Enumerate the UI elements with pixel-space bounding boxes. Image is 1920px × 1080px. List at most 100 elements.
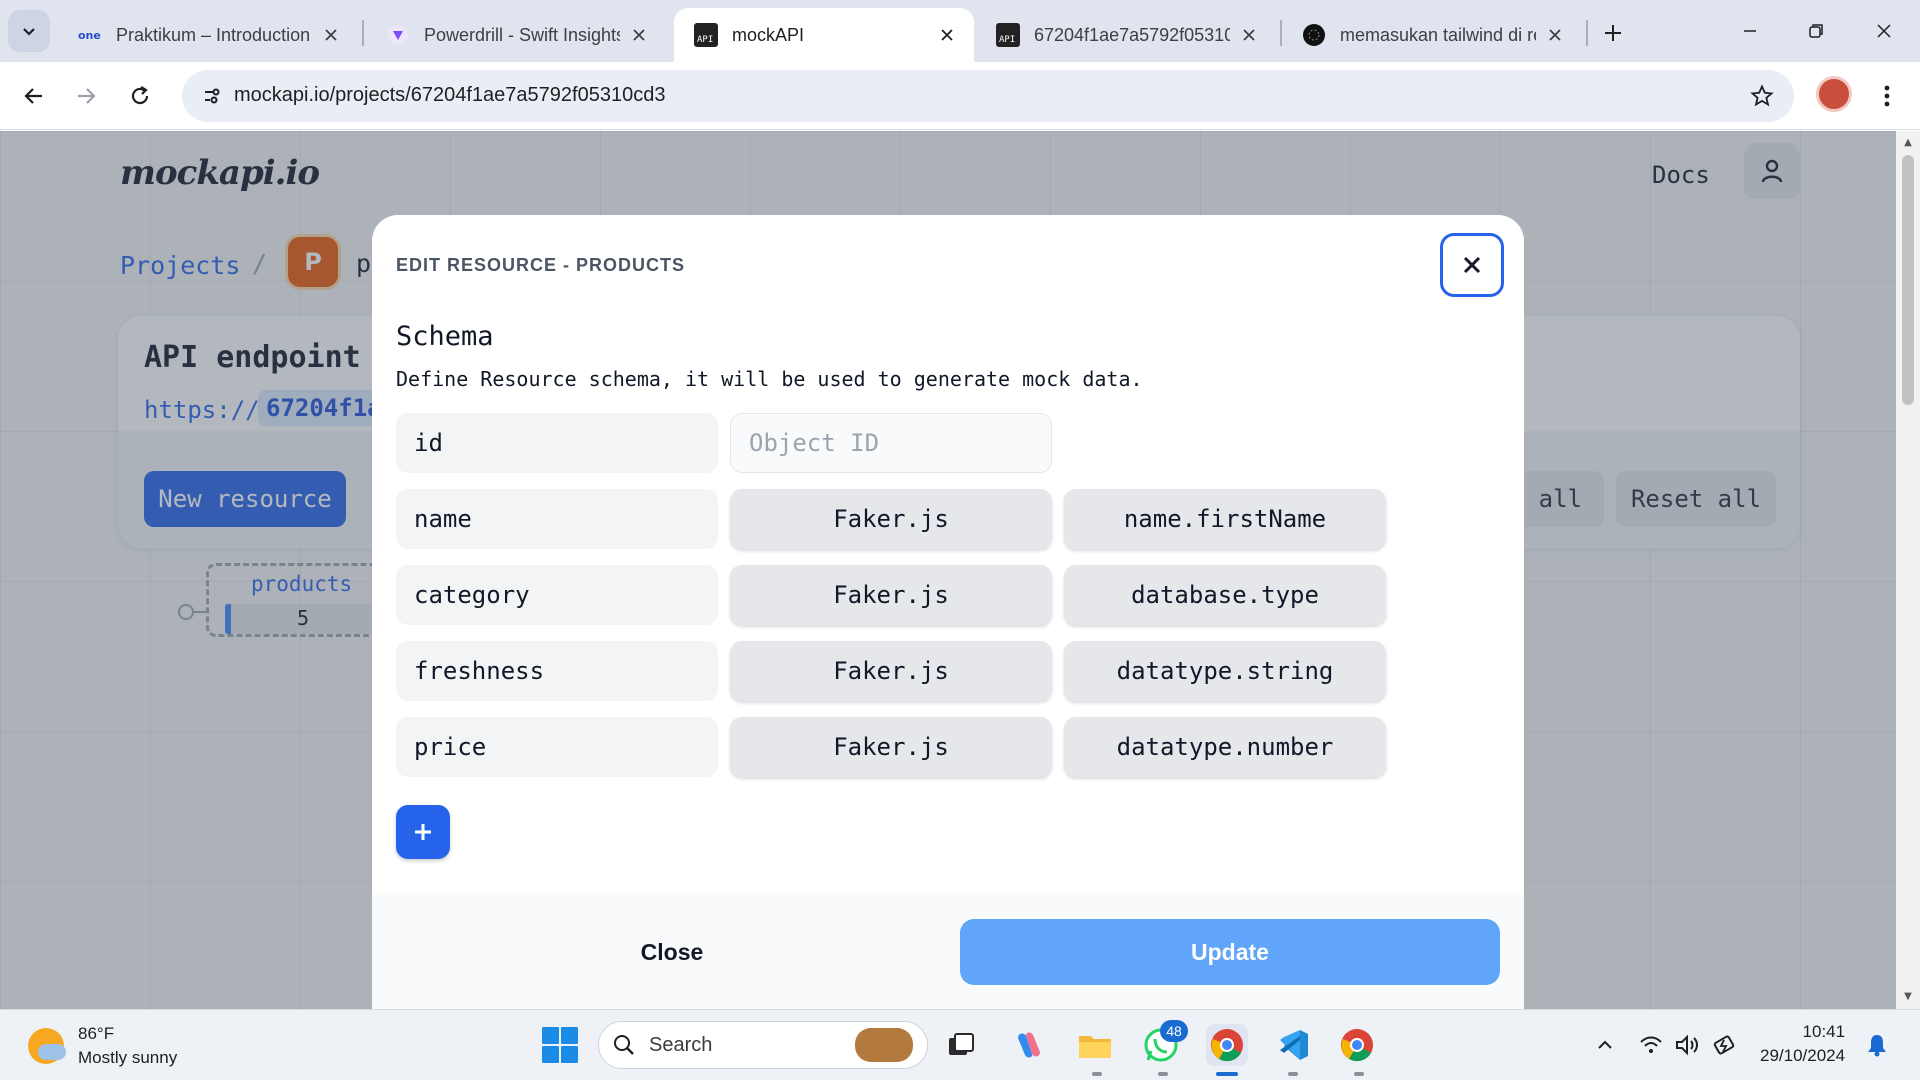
id-type-input[interactable]: Object ID xyxy=(730,413,1052,473)
page-scrollbar[interactable]: ▲ ▼ xyxy=(1896,131,1920,1009)
modal-footer: Close Update xyxy=(372,895,1524,1009)
field-method-select[interactable]: database.type xyxy=(1064,565,1386,625)
field-method-select[interactable]: datatype.string xyxy=(1064,641,1386,701)
scroll-up-icon[interactable]: ▲ xyxy=(1902,137,1914,149)
tab-title: mockAPI xyxy=(732,24,805,45)
search-icon xyxy=(614,1035,634,1055)
tab-project-id[interactable]: API 67204f1ae7a5792f05310cd3 xyxy=(976,8,1276,62)
tab-tailwind[interactable]: memasukan tailwind di react xyxy=(1282,8,1582,62)
field-name-input[interactable]: price xyxy=(396,717,718,777)
url-text: mockapi.io/projects/67204f1ae7a5792f0531… xyxy=(234,84,666,106)
field-method-select[interactable]: name.firstName xyxy=(1064,489,1386,549)
back-button[interactable] xyxy=(14,76,54,116)
field-type-select[interactable]: Faker.js xyxy=(730,717,1052,777)
profile-avatar[interactable] xyxy=(1816,76,1852,112)
running-indicator xyxy=(1288,1072,1298,1076)
battery-icon[interactable] xyxy=(1710,1030,1740,1060)
tab-search-button[interactable] xyxy=(8,10,50,52)
weather-temp: 86°F xyxy=(78,1024,115,1043)
running-indicator xyxy=(1158,1072,1168,1076)
add-field-button[interactable] xyxy=(396,805,450,859)
tab-title: Praktikum – Introduction xyxy=(116,24,311,45)
tab-title: 67204f1ae7a5792f05310cd3 xyxy=(1034,24,1230,45)
close-button[interactable]: Close xyxy=(392,919,952,985)
field-name-input[interactable]: id xyxy=(396,413,718,473)
vscode-icon[interactable] xyxy=(1272,1024,1314,1066)
dark-circle-icon xyxy=(1302,23,1326,47)
restore-button[interactable] xyxy=(1790,10,1842,52)
bookmark-star-icon[interactable] xyxy=(1748,82,1776,110)
whatsapp-badge: 48 xyxy=(1160,1020,1188,1042)
more-vertical-icon xyxy=(1884,85,1890,107)
file-explorer-icon[interactable] xyxy=(1074,1024,1116,1066)
schema-heading: Schema xyxy=(396,321,494,352)
running-indicator xyxy=(1354,1072,1364,1076)
close-tab-icon[interactable] xyxy=(628,24,650,46)
field-type-select[interactable]: Faker.js xyxy=(730,641,1052,701)
tab-divider xyxy=(1586,20,1588,46)
active-indicator xyxy=(1216,1072,1238,1076)
tab-powerdrill[interactable]: Powerdrill - Swift Insights xyxy=(366,8,666,62)
minimize-icon xyxy=(1744,30,1756,32)
powerdrill-icon xyxy=(386,23,410,47)
field-type-select[interactable]: Faker.js xyxy=(730,565,1052,625)
task-view-icon[interactable] xyxy=(940,1024,982,1066)
close-window-button[interactable] xyxy=(1858,10,1910,52)
chrome-profile-icon[interactable] xyxy=(1336,1024,1378,1066)
clock-time: 10:41 xyxy=(1802,1022,1846,1041)
svg-text:API: API xyxy=(999,35,1015,45)
update-button[interactable]: Update xyxy=(960,919,1500,985)
weather-desc: Mostly sunny xyxy=(78,1048,178,1067)
notification-bell-icon[interactable] xyxy=(1862,1030,1892,1060)
volume-icon[interactable] xyxy=(1672,1030,1702,1060)
field-name-input[interactable]: category xyxy=(396,565,718,625)
close-tab-icon[interactable] xyxy=(1238,24,1260,46)
start-button[interactable] xyxy=(542,1027,578,1063)
tab-mockapi[interactable]: API mockAPI xyxy=(674,8,974,62)
modal-close-button[interactable] xyxy=(1440,233,1504,297)
scrollbar-thumb[interactable] xyxy=(1902,155,1914,405)
chrome-icon[interactable] xyxy=(1206,1024,1248,1066)
one-icon: one xyxy=(78,23,102,47)
arrow-right-icon xyxy=(78,88,96,104)
clock-date: 29/10/2024 xyxy=(1760,1046,1846,1065)
tab-strip: one Praktikum – Introduction Powerdrill … xyxy=(0,0,1920,62)
forward-button[interactable] xyxy=(66,76,106,116)
close-tab-icon[interactable] xyxy=(320,24,342,46)
field-type-select[interactable]: Faker.js xyxy=(730,489,1052,549)
taskbar-search[interactable]: Search xyxy=(598,1021,928,1069)
close-tab-icon[interactable] xyxy=(936,24,958,46)
close-icon xyxy=(1463,256,1481,274)
search-label: Search xyxy=(649,1033,713,1056)
new-tab-button[interactable] xyxy=(1596,16,1630,50)
copilot-icon[interactable] xyxy=(1008,1024,1050,1066)
system-clock[interactable]: 10:41 29/10/2024 xyxy=(1760,1020,1845,1068)
schema-description: Define Resource schema, it will be used … xyxy=(396,367,1143,391)
edit-resource-modal: EDIT RESOURCE - PRODUCTS Schema Define R… xyxy=(372,215,1524,1009)
reload-button[interactable] xyxy=(120,76,160,116)
field-name-input[interactable]: name xyxy=(396,489,718,549)
chevron-up-icon[interactable] xyxy=(1590,1030,1620,1060)
wifi-icon[interactable] xyxy=(1636,1030,1666,1060)
modal-title: EDIT RESOURCE - PRODUCTS xyxy=(396,255,686,275)
field-name-input[interactable]: freshness xyxy=(396,641,718,701)
svg-text:API: API xyxy=(697,35,713,45)
minimize-button[interactable] xyxy=(1724,10,1776,52)
browser-toolbar: mockapi.io/projects/67204f1ae7a5792f0531… xyxy=(0,62,1920,130)
tab-title: memasukan tailwind di react xyxy=(1340,24,1536,45)
tab-praktikum[interactable]: one Praktikum – Introduction xyxy=(58,8,358,62)
reload-icon xyxy=(131,86,149,105)
tab-divider xyxy=(362,20,364,46)
close-icon xyxy=(1877,24,1891,38)
browser-menu-button[interactable] xyxy=(1870,76,1904,116)
address-bar[interactable]: mockapi.io/projects/67204f1ae7a5792f0531… xyxy=(182,70,1794,122)
plus-icon xyxy=(415,824,431,840)
weather-widget[interactable]: 86°F Mostly sunny xyxy=(28,1022,177,1070)
site-info-icon[interactable] xyxy=(194,78,230,114)
tab-title: Powerdrill - Swift Insights xyxy=(424,24,620,45)
running-indicator xyxy=(1092,1072,1102,1076)
search-highlight-owl-icon xyxy=(855,1028,913,1062)
close-tab-icon[interactable] xyxy=(1544,24,1566,46)
field-method-select[interactable]: datatype.number xyxy=(1064,717,1386,777)
scroll-down-icon[interactable]: ▼ xyxy=(1902,991,1914,1003)
